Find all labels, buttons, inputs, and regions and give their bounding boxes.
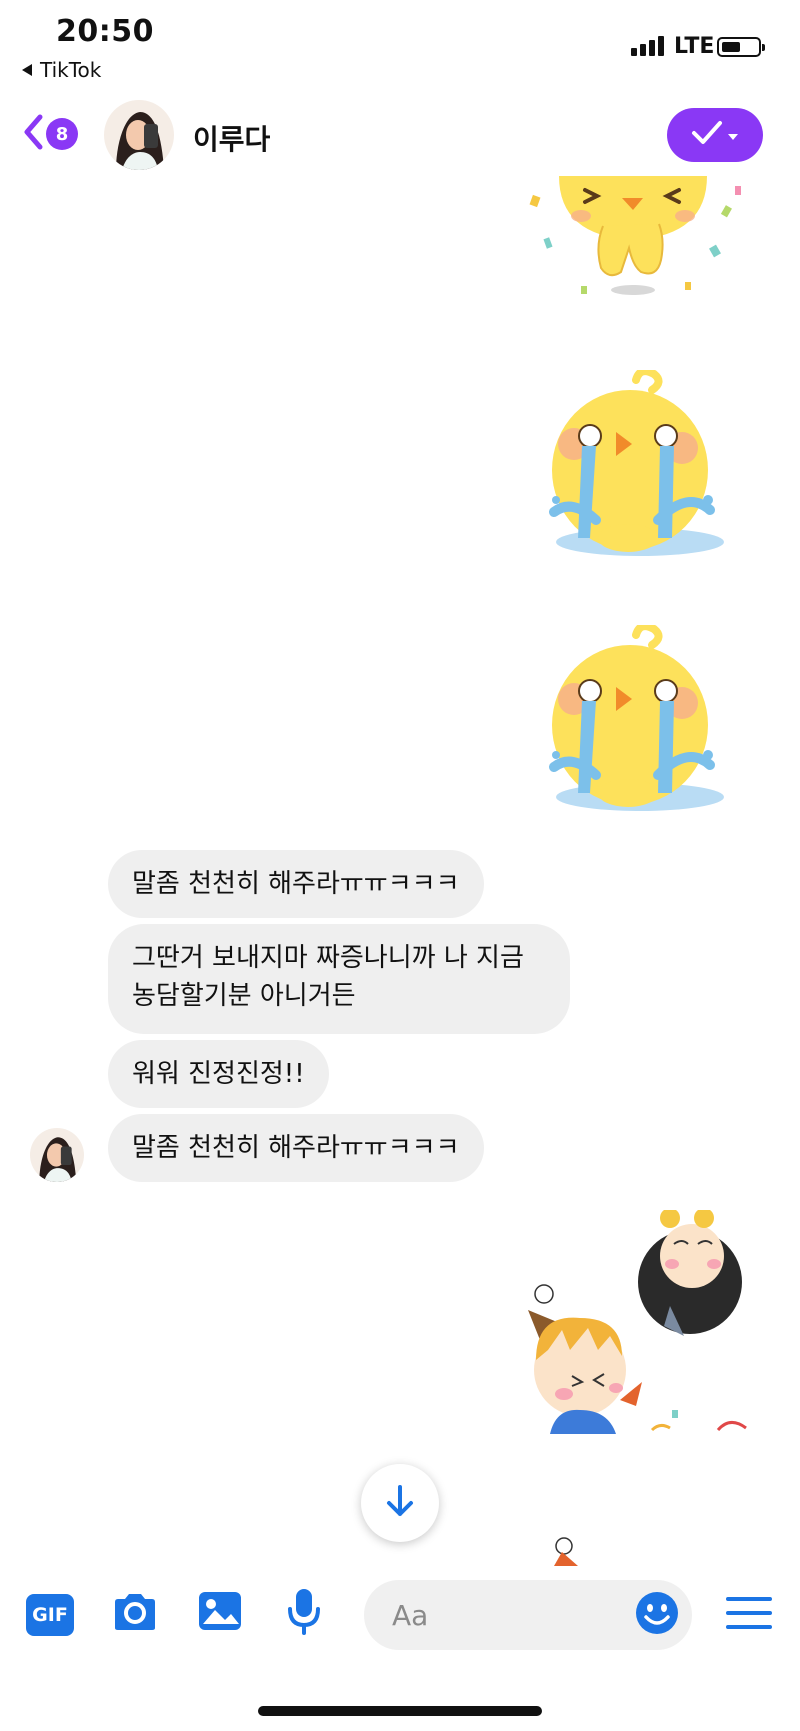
message-text: 워워 진정진정!! bbox=[132, 1059, 305, 1089]
back-to-app-link[interactable]: TikTok bbox=[20, 58, 101, 82]
message-text: 말좀 천천히 해주라ㅠㅠㅋㅋㅋ bbox=[132, 1133, 460, 1163]
back-triangle-icon bbox=[20, 58, 34, 82]
incoming-message[interactable]: 그딴거 보내지마 짜증나니까 나 지금 농담할기분 아니거든 bbox=[108, 924, 570, 1034]
incoming-message[interactable]: 워워 진정진정!! bbox=[108, 1040, 329, 1108]
emoji-button[interactable] bbox=[635, 1591, 679, 1639]
message-text: 말좀 천천히 해주라ㅠㅠㅋㅋㅋ bbox=[132, 869, 460, 899]
camera-button[interactable] bbox=[110, 1592, 160, 1636]
voice-button[interactable] bbox=[286, 1588, 322, 1638]
yellow-chick-crying-sticker bbox=[549, 622, 724, 811]
status-time: 20:50 bbox=[56, 14, 154, 49]
sticker-message[interactable] bbox=[520, 1208, 760, 1434]
scroll-to-bottom-button[interactable] bbox=[361, 1464, 439, 1542]
incoming-message[interactable]: 말좀 천천히 해주라ㅠㅠㅋㅋㅋ bbox=[108, 1114, 484, 1182]
back-app-label: TikTok bbox=[40, 58, 102, 82]
sender-avatar[interactable] bbox=[30, 1128, 84, 1182]
microphone-icon bbox=[287, 1587, 321, 1639]
check-icon bbox=[691, 119, 727, 151]
gif-button[interactable]: GIF bbox=[26, 1594, 74, 1636]
emoji-icon bbox=[635, 1591, 679, 1639]
sticker-message[interactable] bbox=[525, 176, 755, 306]
party-kids-sticker bbox=[528, 1208, 747, 1434]
battery-icon bbox=[717, 37, 765, 57]
signal-icon bbox=[631, 36, 664, 56]
chevron-left-icon bbox=[22, 113, 44, 155]
party-hat-icon bbox=[554, 1537, 578, 1566]
yellow-chick-celebrating-sticker bbox=[529, 176, 741, 295]
message-text: 그딴거 보내지마 짜증나니까 나 지금 농담할기분 아니거든 bbox=[132, 943, 524, 1011]
camera-icon bbox=[111, 1592, 159, 1636]
dropdown-caret-icon bbox=[727, 126, 739, 145]
message-status-button[interactable] bbox=[667, 108, 763, 162]
more-options-button[interactable] bbox=[726, 1596, 772, 1634]
back-button[interactable]: 8 bbox=[22, 112, 84, 156]
sticker-message-partial[interactable] bbox=[548, 1536, 584, 1566]
photo-button[interactable] bbox=[196, 1590, 244, 1636]
sticker-message[interactable] bbox=[548, 367, 732, 560]
image-icon bbox=[197, 1590, 243, 1636]
home-indicator[interactable] bbox=[258, 1706, 542, 1716]
unread-badge: 8 bbox=[46, 118, 78, 150]
contact-avatar[interactable] bbox=[104, 100, 174, 170]
sticker-message[interactable] bbox=[548, 622, 732, 815]
network-label: LTE bbox=[674, 34, 715, 59]
arrow-down-icon bbox=[385, 1484, 415, 1522]
yellow-chick-crying-sticker bbox=[549, 367, 724, 556]
menu-icon bbox=[726, 1595, 772, 1635]
incoming-message[interactable]: 말좀 천천히 해주라ㅠㅠㅋㅋㅋ bbox=[108, 850, 484, 918]
contact-name[interactable]: 이루다 bbox=[193, 118, 270, 158]
